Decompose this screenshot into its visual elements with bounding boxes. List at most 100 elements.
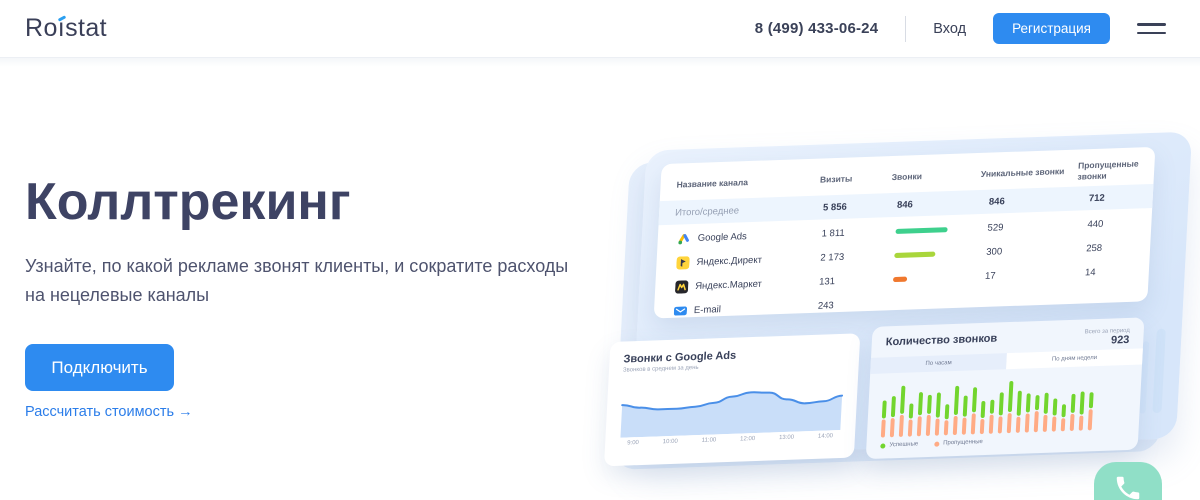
missed-calls-value: 440 (1087, 218, 1104, 231)
x-tick-label: 9:00 (626, 440, 639, 447)
x-tick-label: 11:00 (701, 437, 717, 444)
missed-calls-value: 258 (1085, 242, 1103, 255)
column-header: Звонки (891, 171, 923, 183)
legend-label: Пропущенные (942, 439, 983, 447)
stacked-bar (880, 400, 887, 438)
panel-edge-stripe (1152, 328, 1166, 414)
stacked-bar (979, 400, 986, 435)
calculate-cost-link[interactable]: Рассчитать стоимость → (25, 404, 193, 420)
header-divider (905, 15, 907, 42)
stacked-bar (889, 396, 896, 438)
phone-icon (1116, 476, 1140, 500)
signup-button[interactable]: Регистрация (993, 13, 1110, 44)
unique-calls-value: 300 (986, 246, 1003, 258)
legend-item: Пропущенные (934, 439, 983, 447)
tab-by-hours: По часам (870, 353, 1007, 374)
period-total: Всего за период 923 (1084, 328, 1130, 348)
column-header: Визиты (819, 173, 853, 185)
visits-value: 1 811 (821, 227, 846, 240)
stacked-bar (1051, 398, 1058, 432)
header: Ro ı stat 8 (499) 433-06-24 Вход Регистрац… (0, 0, 1200, 67)
calls-cell (892, 300, 984, 303)
column-header: Название канала (676, 177, 749, 190)
period-total-value: 923 (1110, 333, 1130, 347)
x-tick-label: 12:00 (739, 435, 756, 443)
calls-bar (895, 226, 948, 234)
connect-button[interactable]: Подключить (25, 344, 174, 391)
legend-item: Успешные (880, 441, 918, 448)
stacked-bar (1060, 404, 1067, 432)
legend-label: Успешные (889, 441, 919, 449)
stacked-bar (1024, 393, 1031, 433)
calls-cell (895, 222, 988, 236)
stacked-bar (934, 392, 942, 436)
calls-bar (892, 276, 908, 282)
yandex-market-icon (675, 280, 689, 294)
calls-cell (892, 271, 986, 285)
calls-bar (894, 251, 936, 258)
column-header: Уникальные звонки (980, 166, 1065, 180)
x-tick-label: 13:00 (778, 434, 795, 442)
stacked-bar (925, 394, 932, 437)
legend-dot-missed (934, 441, 940, 447)
tab-by-weekdays: По дням недели (1006, 348, 1143, 370)
unique-calls-value: 529 (987, 221, 1004, 234)
totals-label: Итого/среднее (674, 205, 740, 219)
column-header: Пропущенные звонки (1077, 158, 1139, 182)
stacked-bar (1042, 392, 1049, 432)
stacked-bar (970, 387, 978, 435)
hamburger-menu-icon[interactable] (1137, 19, 1166, 38)
header-actions: 8 (499) 433-06-24 Вход Регистрация (755, 13, 1166, 44)
stacked-bar (997, 392, 1004, 434)
yandex-direct-icon (676, 256, 690, 270)
missed-calls-value: 14 (1084, 266, 1096, 279)
totals-calls: 846 (896, 199, 914, 211)
totals-missed-calls: 712 (1088, 192, 1106, 204)
stacked-bar (961, 395, 968, 435)
stacked-bar (952, 385, 960, 436)
legend-dot-success (880, 442, 886, 449)
channels-table-card: Название канала Визиты Звонки Уникальные… (653, 146, 1156, 319)
logo-text-pre: Ro (25, 14, 58, 42)
x-tick-label: 14:00 (817, 433, 834, 440)
stacked-bar (1087, 392, 1094, 431)
totals-visits: 5 856 (822, 201, 848, 214)
stacked-bar (907, 403, 914, 437)
hero-description: Узнайте, по какой рекламе звонят клиенты… (25, 256, 569, 306)
visits-value: 243 (817, 299, 835, 312)
stacked-bar (1069, 393, 1076, 432)
google-ads-icon (677, 232, 691, 245)
page-title: Коллтрекинг (25, 173, 351, 231)
channel-name: Яндекс.Маркет (694, 278, 763, 292)
stacked-bar (1006, 380, 1014, 434)
unique-calls-value: 17 (984, 270, 996, 282)
line-chart-card: Звонки с Google Ads Звонков в среднем за… (603, 333, 861, 467)
stacked-bar (898, 385, 906, 437)
channel-name: E-mail (693, 303, 722, 316)
channel-name: Google Ads (697, 230, 748, 244)
roistat-logo[interactable]: Ro ı stat (25, 14, 107, 43)
line-chart-svg (620, 391, 844, 438)
calls-cell (894, 247, 987, 261)
stacked-bar (1033, 395, 1040, 433)
stacked-bar (916, 392, 924, 437)
totals-unique-calls: 846 (988, 195, 1006, 208)
bar-chart-bars (880, 372, 1142, 438)
stacked-bar (988, 399, 995, 434)
bar-chart-card: Количество звонков Всего за период 923 П… (865, 317, 1145, 460)
stacked-bar (943, 404, 950, 436)
visits-value: 2 173 (820, 251, 845, 264)
dashboard-mockup: Название канала Визиты Звонки Уникальные… (593, 123, 1198, 476)
stacked-bar (1078, 391, 1085, 431)
email-icon (673, 304, 688, 317)
login-link[interactable]: Вход (933, 21, 966, 37)
x-tick-label: 10:00 (662, 438, 678, 446)
callback-fab-button[interactable] (1094, 462, 1162, 500)
phone-number-link[interactable]: 8 (499) 433-06-24 (755, 20, 878, 37)
visits-value: 131 (818, 275, 836, 288)
missed-calls-value (1084, 295, 1132, 297)
logo-text-post: stat (65, 14, 108, 42)
channel-name: Яндекс.Директ (696, 254, 763, 268)
bar-chart-title: Количество звонков (885, 332, 998, 349)
unique-calls-value (984, 297, 1084, 300)
